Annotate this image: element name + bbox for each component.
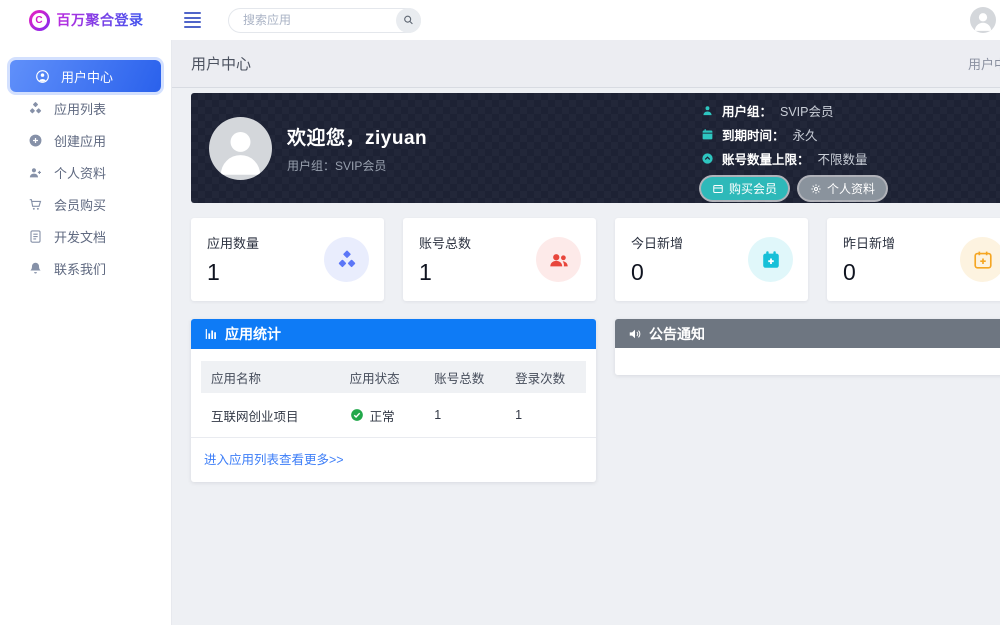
- sidebar-item-label: 用户中心: [61, 67, 113, 86]
- welcome-banner: 欢迎您，ziyuan 用户组：SVIP会员 用户组：SVIP会员 到期时间：永久…: [191, 93, 1000, 203]
- sidebar: 用户中心 应用列表 创建应用 个人资料 会员购买 开发文档: [0, 40, 172, 625]
- document-icon: [28, 229, 43, 244]
- logo-icon: C: [29, 10, 50, 31]
- app-accounts-cell: 1: [424, 393, 505, 437]
- sidebar-item-label: 创建应用: [54, 131, 106, 150]
- page-header: 用户中心 用户中心: [172, 40, 1000, 88]
- stat-card-app-count: 应用数量 1: [191, 218, 384, 301]
- info-row-account-limit: 账号数量上限：不限数量: [701, 149, 886, 168]
- table-header-row: 应用名称 应用状态 账号总数 登录次数: [201, 361, 586, 393]
- notice-panel-body: [615, 348, 1000, 375]
- cubes-icon: [28, 101, 43, 116]
- sidebar-item-create-app[interactable]: 创建应用: [0, 124, 171, 156]
- notice-panel-header: 公告通知: [615, 319, 1000, 348]
- app-name-cell: 互联网创业项目: [201, 393, 340, 437]
- search-icon: [402, 13, 415, 27]
- calendar-plus-icon: [748, 237, 793, 282]
- buy-membership-button[interactable]: 购买会员: [701, 177, 788, 200]
- app-stats-panel-footer: 进入应用列表查看更多>>: [191, 437, 596, 482]
- sidebar-item-docs[interactable]: 开发文档: [0, 220, 171, 252]
- stat-card-account-total: 账号总数 1: [403, 218, 596, 301]
- search-box: [228, 8, 421, 33]
- hamburger-menu-icon[interactable]: [184, 9, 201, 31]
- profile-button[interactable]: 个人资料: [799, 177, 886, 200]
- cubes-icon: [324, 237, 369, 282]
- sidebar-item-profile[interactable]: 个人资料: [0, 156, 171, 188]
- sidebar-item-user-center[interactable]: 用户中心: [10, 60, 161, 92]
- speaker-icon: [628, 327, 642, 341]
- search-input[interactable]: [241, 12, 396, 28]
- sidebar-item-label: 个人资料: [54, 163, 106, 182]
- banner-avatar: [209, 117, 272, 180]
- stat-card-new-yesterday: 昨日新增 0: [827, 218, 1000, 301]
- view-more-link[interactable]: 进入应用列表查看更多>>: [204, 453, 344, 467]
- breadcrumb: 用户中心: [968, 54, 1000, 73]
- topbar-user[interactable]: ziyuan: [970, 7, 1000, 33]
- status-badge: 正常: [370, 406, 395, 425]
- plus-circle-icon: [28, 133, 43, 148]
- stats-row: 应用数量 1 账号总数 1 今日新增 0: [191, 218, 1000, 301]
- welcome-message: 欢迎您，ziyuan: [287, 123, 427, 150]
- sidebar-item-app-list[interactable]: 应用列表: [0, 92, 171, 124]
- user-circle-icon: [35, 69, 50, 84]
- sidebar-item-label: 开发文档: [54, 227, 106, 246]
- card-icon: [712, 183, 724, 195]
- users-icon: [536, 237, 581, 282]
- bell-icon: [28, 261, 43, 276]
- check-circle-icon: [350, 408, 364, 422]
- topbar: C 百万聚合登录 ziyuan: [0, 0, 1000, 40]
- bar-chart-icon: [204, 327, 218, 341]
- app-stats-panel-header: 应用统计: [191, 319, 596, 349]
- app-status-cell: 正常: [340, 393, 425, 437]
- app-stats-panel: 应用统计 应用名称 应用状态 账号总数 登录次数: [191, 319, 596, 482]
- calendar-icon: [701, 128, 714, 141]
- table-row[interactable]: 互联网创业项目 正常 1 1: [201, 393, 586, 437]
- cart-icon: [28, 197, 43, 212]
- sidebar-item-label: 会员购买: [54, 195, 106, 214]
- main-area: 用户中心 用户中心 欢迎您，ziyuan 用户组：SVIP会员 用户组：SVIP…: [172, 40, 1000, 625]
- avatar: [970, 7, 996, 33]
- notice-panel: 公告通知: [615, 319, 1000, 375]
- search-button[interactable]: [396, 8, 421, 33]
- app-stats-table: 应用名称 应用状态 账号总数 登录次数 互联网创业项目: [201, 361, 586, 437]
- calendar-plus-icon: [960, 237, 1000, 282]
- user-plus-icon: [28, 165, 43, 180]
- sidebar-item-label: 应用列表: [54, 99, 106, 118]
- logo-text: 百万聚合登录: [57, 10, 144, 30]
- sidebar-item-label: 联系我们: [54, 259, 106, 278]
- info-row-expiry: 到期时间：永久: [701, 125, 886, 144]
- stat-card-new-today: 今日新增 0: [615, 218, 808, 301]
- sidebar-item-contact[interactable]: 联系我们: [0, 252, 171, 284]
- info-row-usergroup: 用户组：SVIP会员: [701, 101, 886, 120]
- logo[interactable]: C 百万聚合登录: [0, 10, 172, 31]
- sidebar-item-membership[interactable]: 会员购买: [0, 188, 171, 220]
- app-logins-cell: 1: [505, 393, 586, 437]
- page-title: 用户中心: [191, 53, 251, 74]
- user-icon: [701, 104, 714, 117]
- upload-circle-icon: [701, 152, 714, 165]
- welcome-usergroup: 用户组：SVIP会员: [287, 157, 427, 174]
- gear-icon: [810, 183, 822, 195]
